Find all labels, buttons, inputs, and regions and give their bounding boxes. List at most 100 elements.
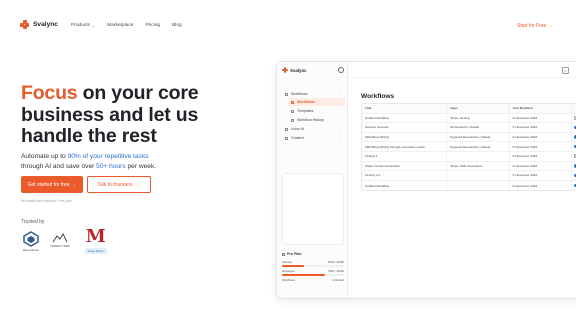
workflow-status-cell [572,162,576,171]
column-header-apps[interactable]: Apps [447,104,510,113]
start-free-label: Start for Free [517,23,547,29]
nav-link-marketplace[interactable]: Marketplace [107,23,133,28]
chevron-down-icon: ⌄ [91,23,96,28]
partner-monogram: M [85,226,106,247]
nav-link-pricing[interactable]: Pricing [145,23,160,28]
theme-toggle-icon[interactable] [338,67,344,73]
workflow-status-cell [572,171,576,180]
partner-name: RecordGuru [22,248,40,252]
workflow-modified-cell: 6 November 2023 [510,113,573,123]
workflow-status-cell [572,114,576,123]
table-header: Title Apps Last Modified [362,104,576,114]
sidebar-item-chatbot[interactable]: Chatbot ⌄ [283,134,345,142]
workflow-modified-cell: 6 November 2023 [510,180,573,191]
app-brand-logo[interactable]: Svalync [282,67,307,73]
trusted-by-heading: Trusted by [21,219,45,225]
workflow-status-cell [572,152,576,161]
hero-title-line-3: handle the rest [21,125,157,147]
chevron-down-icon: ⌄ [339,136,342,140]
table-row[interactable]: Untitled Workflow Stripe, Testing 6 Novemb… [362,113,576,124]
usage-label: Messages [282,268,295,273]
logo-icon [282,67,288,73]
usage-progress-fill [282,265,304,267]
close-icon[interactable]: × [562,67,569,74]
table-body: Untitled Workflow Stripe, Testing 6 Novemb… [362,113,576,191]
get-started-label: Get started for free [27,181,70,188]
app-sidebar: Svalync Workflows ⌄ Workflows Templates … [277,62,348,298]
nav-links: Products ⌄ Marketplace Pricing Blog [71,23,194,28]
plan-usage-row: Workflows Unlimited [282,278,344,282]
table-row[interactable]: SEO Blog Writing through competitor word… [362,142,576,152]
table-row[interactable]: Untitled Workflow 6 November 2023 [362,180,576,191]
usage-value: 7000 / 10000 [327,268,344,273]
sidebar-item-workflows[interactable]: Workflows [289,98,345,106]
subtitle-text: per week. [125,163,157,170]
get-started-button[interactable]: Get started for free → [21,176,83,193]
hero-title: Focus on your core business and let us h… [21,82,261,148]
workflow-status-cell [572,133,576,142]
usage-progress-bar [282,274,344,276]
usage-progress-bar [282,265,344,267]
partner-logo-m[interactable]: M Case Study [85,228,107,254]
plan-usage-row: Messages 7000 / 10000 [282,269,344,273]
column-header-status [572,104,576,113]
arrow-right-icon: → [135,181,141,188]
workflow-apps-cell [447,171,510,180]
talk-to-founders-button[interactable]: Talk to founders → [87,176,151,193]
workflow-title-cell: Session Gecoder [362,123,448,132]
plan-title: Pro Plan [282,252,344,256]
plan-usage-card: Pro Plan Classes 3500 / 10000 Messages 7… [282,252,344,282]
plan-name: Pro Plan [287,252,302,256]
nav-link-label: Products [71,23,90,28]
partner-logo-terrin-trek: TERRIN TREK [50,233,70,248]
workflow-title-cell: Testing 2 [362,151,448,161]
workflow-title-cell: SEO Blog Writing [362,132,448,142]
column-header-title[interactable]: Title [362,104,448,113]
workflow-apps-cell: Stripe, PDF Generation [447,161,510,171]
table-row[interactable]: Testing xyz 6 November 2023 [362,171,576,181]
table-row[interactable]: Session Gecoder Zip Extractor, Claude 6 No… [362,123,576,133]
hero-subtitle: Automate up to 90% of your repetitive ta… [21,152,201,172]
hero-title-line-2: business and let us [21,103,199,126]
workflow-title-cell: Untitled Workflow [362,180,448,191]
workflow-apps-cell [447,151,510,161]
sidebar-item-workflow-history[interactable]: Workflow History [289,116,345,124]
logo-icon [20,20,29,29]
usage-value: Unlimited [332,277,344,282]
nav-link-blog[interactable]: Blog [172,23,182,28]
workflow-title-cell: Stripe Invoice Generation [362,161,448,171]
column-header-last-modified[interactable]: Last Modified [510,104,573,113]
brand-name: Svalync [33,21,58,28]
nav-link-products[interactable]: Products ⌄ [71,23,95,28]
table-row[interactable]: Stripe Invoice Generation Stripe, PDF Gen… [362,161,576,172]
table-row[interactable]: Testing 2 6 November 2023 [362,151,576,162]
partner-name: TERRIN TREK [50,244,70,248]
sidebar-item-templates[interactable]: Templates [289,107,345,115]
workflow-title-cell: Testing xyz [362,171,448,180]
sidebar-item-label: Voice AI [291,127,304,131]
sidebar-item-voice-ai[interactable]: Voice AI ⌄ [283,125,345,133]
talk-to-founders-label: Talk to founders [97,181,133,188]
table-row[interactable]: SEO Blog Writing Keyword Researcher, Clau… [362,132,576,143]
workflow-apps-cell: Keyword Researcher, Claude [447,142,510,151]
chevron-down-icon: ⌄ [339,92,342,96]
brand-logo[interactable]: Svalync [20,20,58,29]
start-free-link[interactable]: Start for Free → [517,23,553,29]
nav-link-label: Blog [172,23,182,28]
workflow-icon [291,100,294,104]
sidebar-item-label: Chatbot [291,136,304,140]
case-study-badge[interactable]: Case Study [85,248,107,254]
workflow-modified-cell: 6 November 2023 [510,142,573,151]
chat-icon [285,136,288,140]
chevron-down-icon: ⌄ [339,127,342,131]
sidebar-item-workflows-group[interactable]: Workflows ⌄ [283,90,345,98]
workflow-status-cell [572,123,576,132]
workflow-icon [285,92,288,96]
usage-label: Classes [282,260,292,264]
no-credit-card-note: No credit card required. Free plan. [21,199,73,203]
usage-progress-fill [282,274,326,276]
sidebar-item-label: Workflow History [297,118,324,122]
sidebar-item-label: Workflows [291,92,308,96]
recordguru-logo-icon [23,231,39,247]
workflow-title-cell: SEO Blog Writing through competitor word… [362,142,448,151]
